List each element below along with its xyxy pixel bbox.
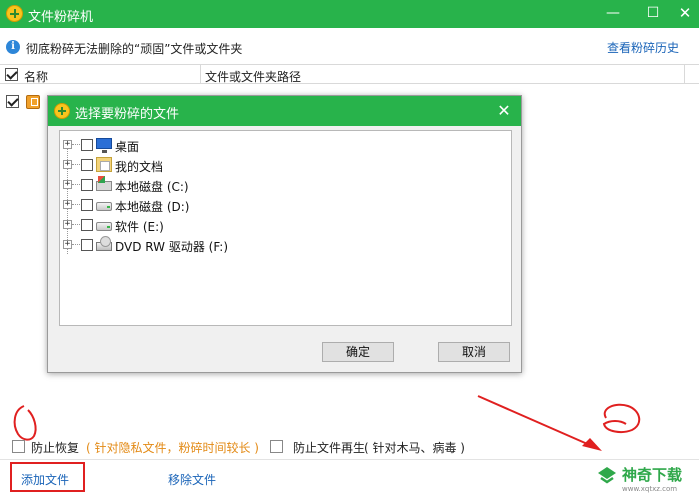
annotation-arrow-head (582, 438, 602, 451)
documents-folder-icon (96, 157, 112, 172)
tree-connector (72, 164, 80, 165)
tree-connector (72, 224, 80, 225)
dialog-title: 选择要粉碎的文件 (75, 107, 180, 122)
app-logo-icon (54, 103, 70, 119)
desktop-icon (96, 138, 112, 153)
expand-icon[interactable]: + (63, 200, 72, 209)
annotation-circle-right (602, 403, 641, 433)
select-files-dialog: 选择要粉碎的文件 ✕ + 桌面 + 我的文档 + 本地磁盘 (C:) + 本地磁… (47, 95, 522, 373)
expand-icon[interactable]: + (63, 220, 72, 229)
dialog-title-bar: 选择要粉碎的文件 ✕ (48, 96, 521, 126)
tree-node-label[interactable]: 本地磁盘 (C:) (115, 178, 189, 195)
folder-tree[interactable]: + 桌面 + 我的文档 + 本地磁盘 (C:) + 本地磁盘 (D:) + 软件… (59, 130, 512, 326)
drive-icon (96, 202, 112, 211)
cancel-button[interactable]: 取消 (438, 342, 510, 362)
drive-icon (96, 222, 112, 231)
annotation-box-add (10, 462, 85, 492)
tree-node-drive-c[interactable]: + 本地磁盘 (C:) (60, 175, 500, 195)
expand-icon[interactable]: + (63, 240, 72, 249)
tree-connector (72, 184, 80, 185)
tree-node-documents[interactable]: + 我的文档 (60, 155, 500, 175)
tree-node-checkbox[interactable] (81, 139, 93, 151)
tree-node-checkbox[interactable] (81, 199, 93, 211)
tree-node-label[interactable]: 软件 (E:) (115, 218, 164, 235)
dialog-close-button[interactable]: ✕ (494, 101, 514, 120)
tree-node-checkbox[interactable] (81, 159, 93, 171)
tree-node-checkbox[interactable] (81, 239, 93, 251)
dvd-drive-icon (96, 236, 112, 251)
tree-node-drive-e[interactable]: + 软件 (E:) (60, 215, 500, 235)
expand-icon[interactable]: + (63, 160, 72, 169)
expand-icon[interactable]: + (63, 140, 72, 149)
annotation-circle-left (13, 405, 37, 441)
tree-node-label[interactable]: 我的文档 (115, 158, 163, 175)
tree-connector (72, 244, 80, 245)
annotation-arrow-shaft (477, 395, 593, 447)
tree-node-checkbox[interactable] (81, 179, 93, 191)
expand-icon[interactable]: + (63, 180, 72, 189)
tree-connector (72, 144, 80, 145)
system-drive-icon (96, 176, 112, 191)
tree-node-label[interactable]: 桌面 (115, 138, 139, 155)
ok-button[interactable]: 确定 (322, 342, 394, 362)
tree-node-dvd-f[interactable]: + DVD RW 驱动器 (F:) (60, 235, 500, 255)
tree-node-drive-d[interactable]: + 本地磁盘 (D:) (60, 195, 500, 215)
tree-node-label[interactable]: 本地磁盘 (D:) (115, 198, 189, 215)
tree-node-label[interactable]: DVD RW 驱动器 (F:) (115, 238, 228, 255)
tree-connector (72, 204, 80, 205)
tree-node-checkbox[interactable] (81, 219, 93, 231)
tree-node-desktop[interactable]: + 桌面 (60, 135, 500, 155)
